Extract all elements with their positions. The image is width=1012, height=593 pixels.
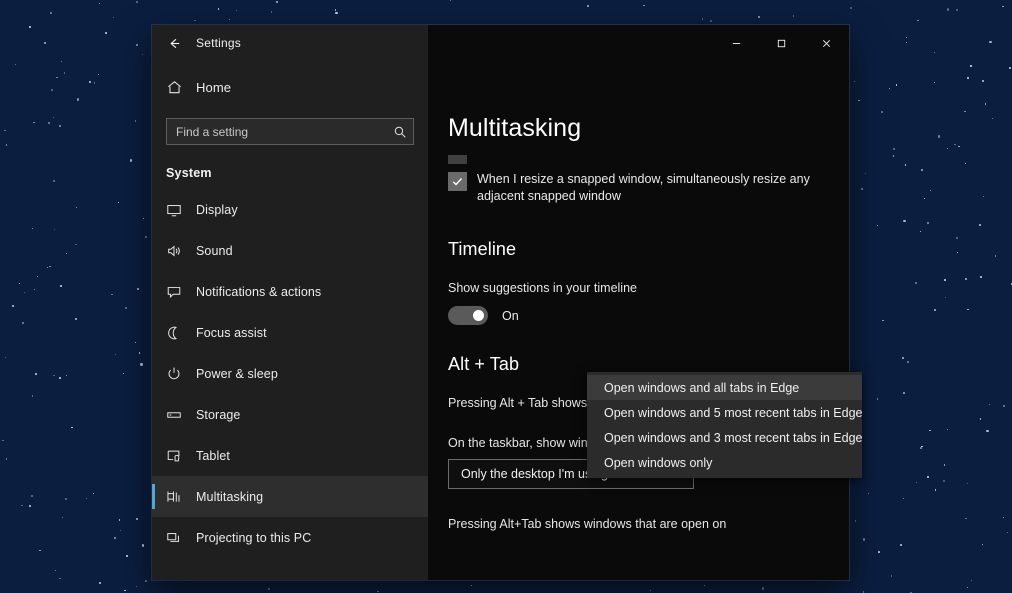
project-screen-icon [166, 530, 196, 546]
moon-icon [166, 325, 196, 341]
sidebar-item-projecting[interactable]: Projecting to this PC [152, 517, 428, 558]
titlebar-drag-region[interactable] [428, 25, 714, 61]
sidebar-item-focus-assist[interactable]: Focus assist [152, 312, 428, 353]
dropdown-option[interactable]: Open windows and all tabs in Edge [587, 375, 862, 400]
alt-tab-bottom-label: Pressing Alt+Tab shows windows that are … [448, 517, 849, 531]
maximize-button[interactable] [759, 25, 804, 61]
sidebar-item-label: Notifications & actions [196, 285, 321, 299]
titlebar-left: Settings [152, 25, 428, 61]
search-input[interactable] [176, 125, 393, 139]
dropdown-option[interactable]: Open windows only [587, 450, 862, 475]
sidebar-item-label: Focus assist [196, 326, 267, 340]
alt-tab-dropdown-list[interactable]: Open windows and all tabs in Edge Open w… [587, 372, 862, 478]
minimize-button[interactable] [714, 25, 759, 61]
timeline-toggle-row[interactable]: On [448, 306, 849, 325]
sidebar-item-storage[interactable]: Storage [152, 394, 428, 435]
window-body: Home System [152, 61, 849, 580]
sidebar-item-tablet[interactable]: Tablet [152, 435, 428, 476]
multitasking-icon [166, 489, 196, 505]
monitor-icon [166, 202, 196, 218]
tablet-touch-icon [166, 448, 196, 464]
snap-resize-setting[interactable]: When I resize a snapped window, simultan… [448, 171, 849, 205]
sidebar-item-label: Power & sleep [196, 367, 278, 381]
desktop-wallpaper: Settings [0, 0, 1012, 593]
toggle-knob [473, 310, 484, 321]
sidebar-item-notifications[interactable]: Notifications & actions [152, 271, 428, 312]
timeline-suggestions-toggle[interactable] [448, 306, 488, 325]
sidebar-group-label: System [152, 149, 428, 189]
sidebar-item-label: Multitasking [196, 490, 263, 504]
timeline-sub-label: Show suggestions in your timeline [448, 281, 849, 295]
back-arrow-icon[interactable] [152, 25, 196, 61]
dropdown-option[interactable]: Open windows and 3 most recent tabs in E… [587, 425, 862, 450]
sidebar-item-label: Home [196, 80, 231, 95]
app-title: Settings [196, 36, 241, 50]
toggle-state-label: On [502, 309, 519, 323]
search-container [152, 109, 428, 149]
home-icon [166, 79, 196, 96]
settings-sidebar: Home System [152, 61, 428, 580]
speaker-icon [166, 243, 196, 259]
dropdown-option[interactable]: Open windows and 5 most recent tabs in E… [587, 400, 862, 425]
drive-icon [166, 407, 196, 423]
sidebar-item-power-sleep[interactable]: Power & sleep [152, 353, 428, 394]
sidebar-item-label: Projecting to this PC [196, 531, 311, 545]
sidebar-item-sound[interactable]: Sound [152, 230, 428, 271]
page-title: Multitasking [448, 61, 849, 143]
search-icon[interactable] [393, 125, 407, 139]
snap-resize-checkbox[interactable] [448, 172, 467, 191]
sidebar-item-label: Display [196, 203, 238, 217]
power-icon [166, 366, 196, 382]
settings-content-pane: Multitasking When I resize a snapped win… [428, 61, 849, 580]
chat-bubble-icon [166, 284, 196, 300]
snap-resize-label: When I resize a snapped window, simultan… [477, 171, 827, 205]
sidebar-item-home[interactable]: Home [152, 65, 428, 109]
close-button[interactable] [804, 25, 849, 61]
clipped-checkbox[interactable] [448, 155, 467, 164]
sidebar-item-label: Sound [196, 244, 233, 258]
sidebar-item-label: Tablet [196, 449, 230, 463]
sidebar-item-multitasking[interactable]: Multitasking [152, 476, 428, 517]
search-box[interactable] [166, 118, 414, 145]
window-titlebar: Settings [152, 25, 849, 61]
clipped-setting-row-above [448, 155, 849, 164]
settings-window: Settings [152, 25, 849, 580]
timeline-heading: Timeline [448, 239, 849, 260]
sidebar-item-display[interactable]: Display [152, 189, 428, 230]
sidebar-item-label: Storage [196, 408, 240, 422]
